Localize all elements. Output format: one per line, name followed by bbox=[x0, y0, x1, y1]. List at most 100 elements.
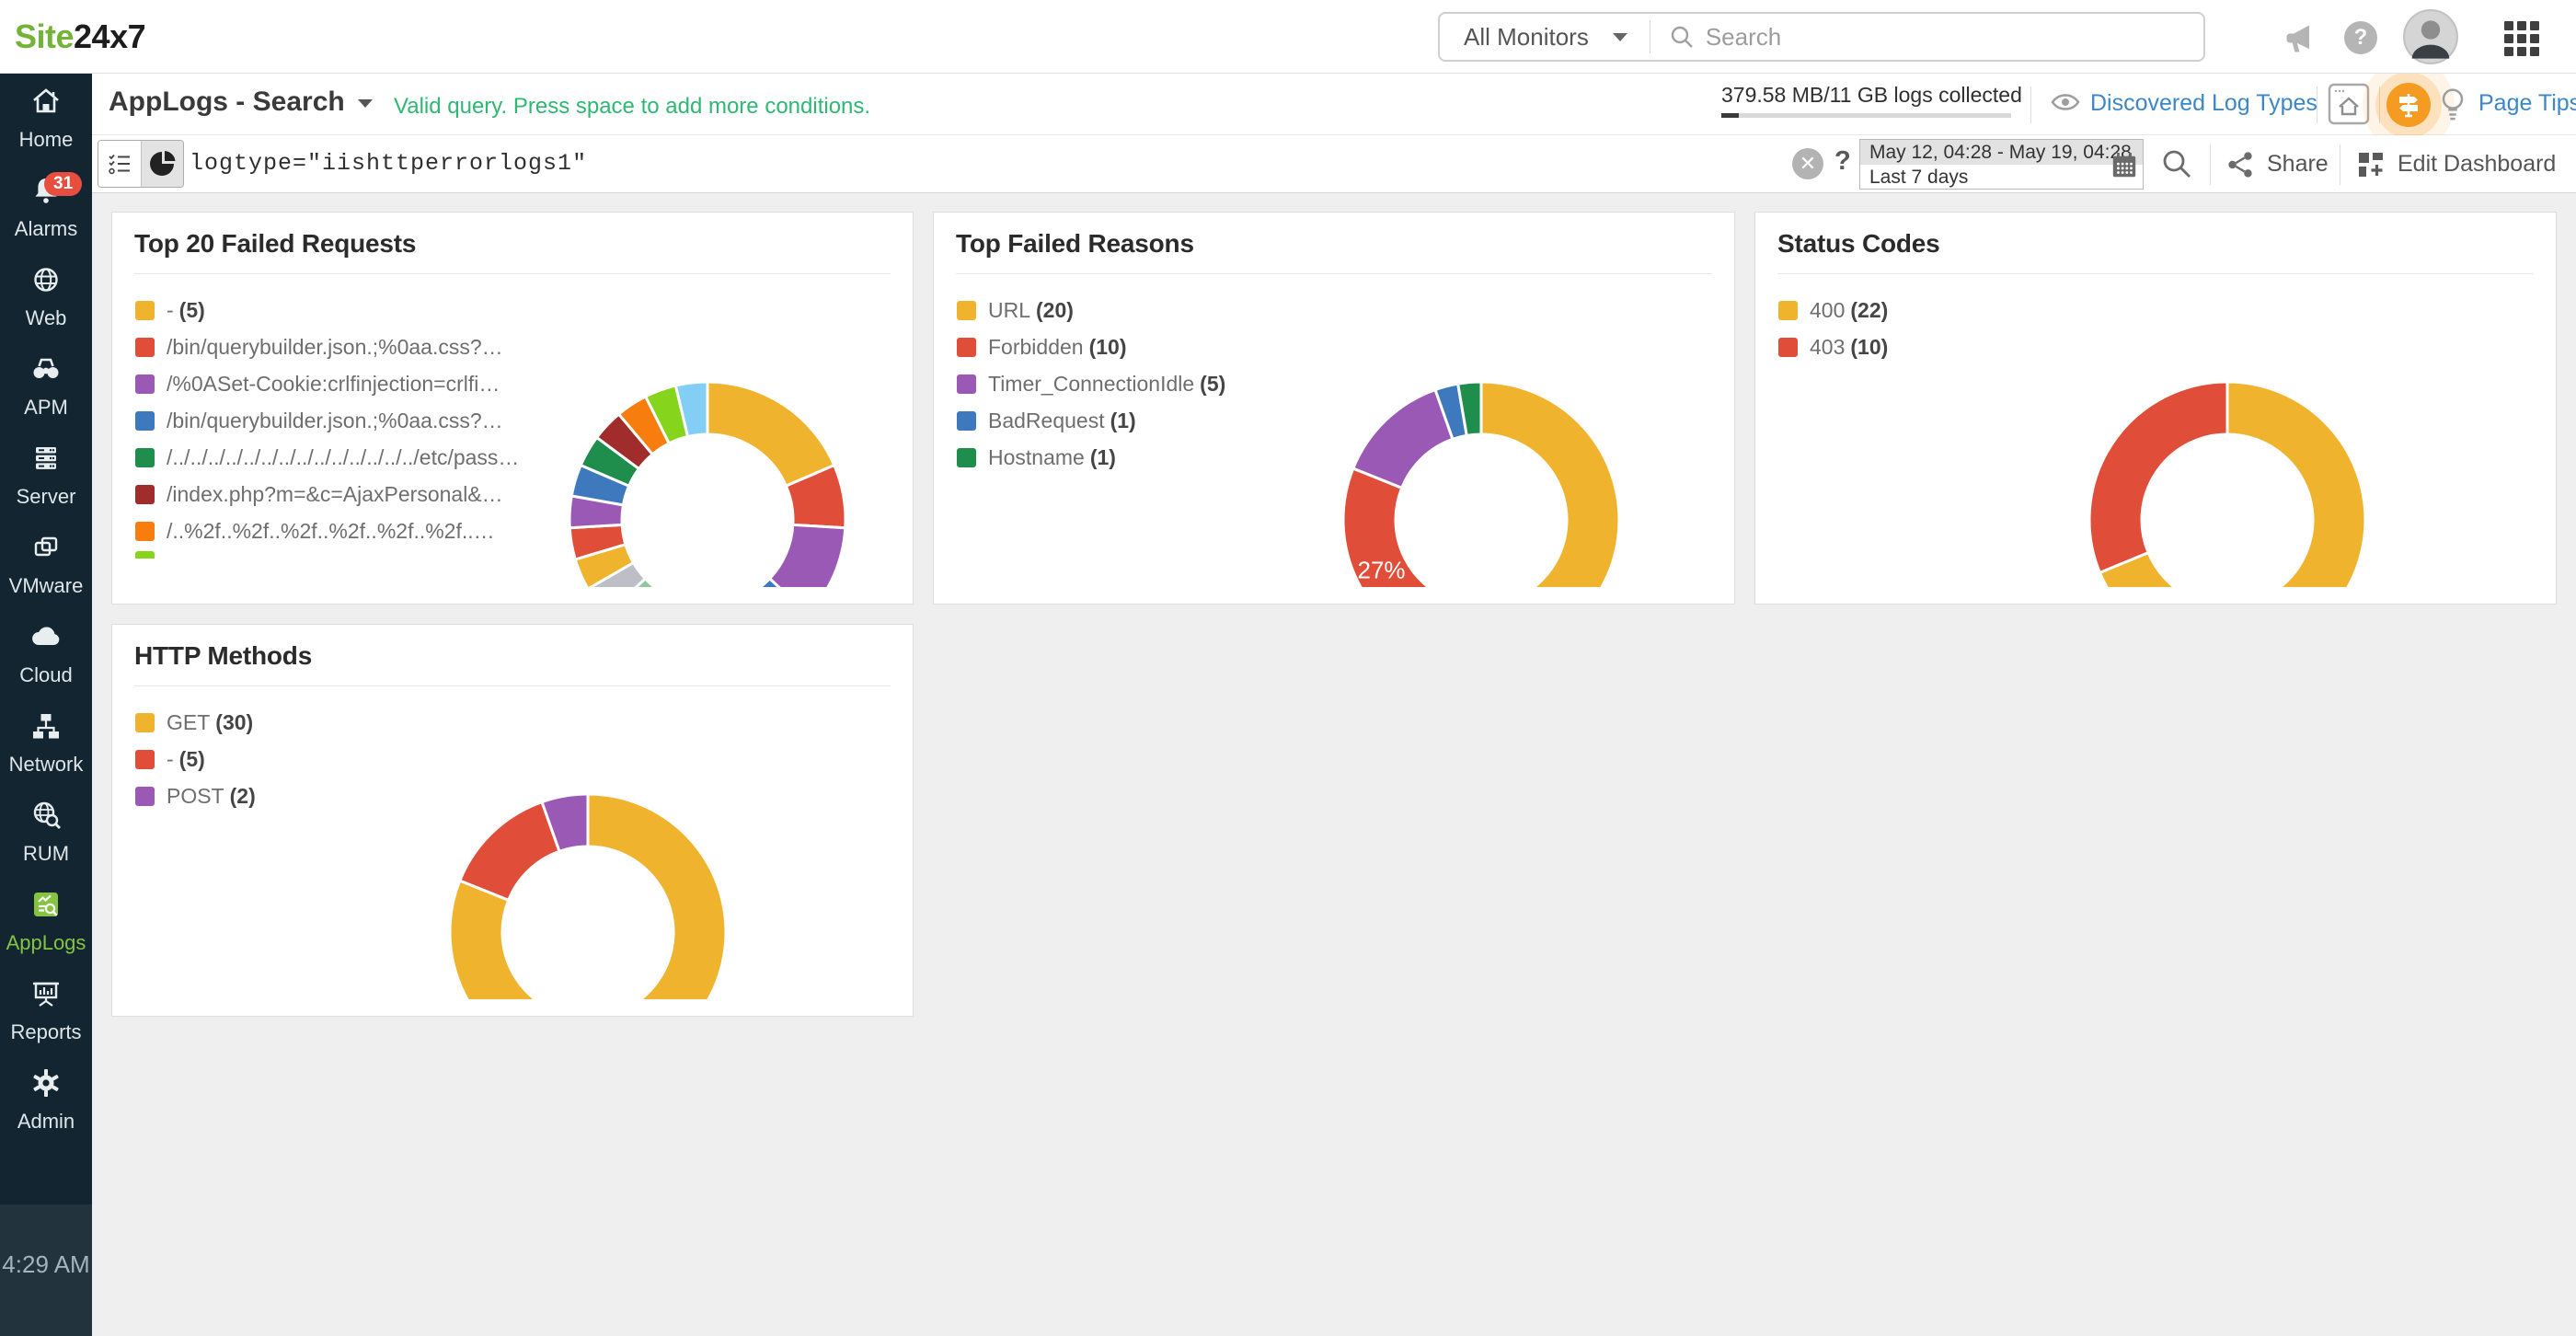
legend-label: URL bbox=[988, 297, 1031, 322]
legend-item[interactable]: /../../../../../../../../../../../../../… bbox=[135, 439, 519, 476]
donut-segment[interactable] bbox=[767, 523, 847, 587]
legend-count: (5) bbox=[178, 297, 205, 322]
sidebar-item-applogs[interactable]: AppLogs bbox=[0, 877, 92, 966]
legend-count: (2) bbox=[229, 783, 256, 808]
donut-chart[interactable]: 27% bbox=[1334, 293, 1628, 587]
sidebar-item-label: Home bbox=[18, 128, 74, 151]
legend-label: Timer_ConnectionIdle bbox=[988, 371, 1195, 396]
share-label: Share bbox=[2267, 151, 2329, 177]
legend-swatch bbox=[135, 447, 155, 467]
sidebar-item-network[interactable]: Network bbox=[0, 698, 92, 788]
default-dashboard-icon[interactable] bbox=[2328, 83, 2370, 125]
sidebar-item-label: Reports bbox=[10, 1020, 82, 1043]
share-icon bbox=[2228, 151, 2252, 178]
list-view-button[interactable] bbox=[98, 141, 141, 187]
bulb-icon[interactable] bbox=[2436, 86, 2469, 125]
date-preset-text: Last 7 days bbox=[1869, 167, 1969, 188]
sidebar-item-cloud[interactable]: Cloud bbox=[0, 609, 92, 698]
sidebar-item-reports[interactable]: Reports bbox=[0, 966, 92, 1055]
legend-count: (30) bbox=[215, 709, 254, 734]
donut-segment[interactable] bbox=[457, 800, 561, 903]
legend-item[interactable]: /..%2f..%2f..%2f..%2f..%2f..%2f..… bbox=[135, 513, 519, 549]
donut-segment[interactable] bbox=[2087, 380, 2229, 575]
page-title-dropdown[interactable]: AppLogs - Search bbox=[109, 86, 373, 118]
search-input[interactable] bbox=[1705, 22, 2147, 52]
site24x7-logo[interactable]: Site24x7 bbox=[15, 0, 146, 74]
legend-swatch bbox=[135, 521, 155, 541]
global-search bbox=[1650, 22, 2203, 52]
donut-chart[interactable] bbox=[441, 705, 735, 999]
legend-item[interactable]: GET (30) bbox=[135, 704, 256, 741]
donut-chart[interactable] bbox=[560, 293, 855, 587]
logs-usage-text: 379.58 MB/11 GB logs collected bbox=[1721, 83, 2022, 107]
user-avatar[interactable] bbox=[2403, 9, 2458, 64]
card-top-failed-reasons: Top Failed Reasons URL (20) Forbidden (10) Ti… bbox=[933, 212, 1735, 605]
donut-chart[interactable] bbox=[2080, 293, 2375, 587]
query-input[interactable]: logtype="iishttperrorlogs1" bbox=[190, 150, 587, 177]
legend-swatch bbox=[957, 447, 976, 467]
donut-segment[interactable] bbox=[1351, 387, 1455, 490]
cloud-icon bbox=[29, 620, 63, 658]
legend-label: /%0ASet-Cookie:crlfinjection=crlfi… bbox=[167, 371, 500, 396]
monitor-scope-dropdown[interactable]: All Monitors bbox=[1440, 14, 1650, 60]
run-search-icon[interactable] bbox=[2160, 147, 2193, 180]
sidebar-item-admin[interactable]: Admin bbox=[0, 1055, 92, 1145]
legend-label: 400 bbox=[1810, 297, 1846, 322]
legend-label: BadRequest bbox=[988, 408, 1105, 432]
legend-label: /../../../../../../../../../../../../../… bbox=[167, 444, 520, 469]
legend-item[interactable]: - (5) bbox=[135, 292, 519, 328]
announcements-icon[interactable] bbox=[2282, 20, 2318, 57]
legend-label: - bbox=[167, 297, 174, 322]
legend-item[interactable]: Forbidden (10) bbox=[957, 328, 1225, 365]
logo-site: Site bbox=[15, 17, 75, 55]
logo-24x7: 24x7 bbox=[74, 17, 146, 55]
legend-swatch bbox=[135, 749, 155, 769]
legend-item[interactable]: Hostname (1) bbox=[957, 439, 1225, 476]
legend-item[interactable]: URL (20) bbox=[957, 292, 1225, 328]
legend-item[interactable]: 403 (10) bbox=[1778, 328, 1888, 365]
legend-label: - bbox=[167, 746, 174, 771]
sidebar-item-server[interactable]: Server bbox=[0, 431, 92, 520]
share-button[interactable]: Share bbox=[2226, 135, 2329, 193]
legend-item[interactable]: /bin/querybuilder.json.;%0aa.css?… bbox=[135, 328, 519, 365]
sidebar-item-rum[interactable]: RUM bbox=[0, 788, 92, 877]
page-tips-link[interactable]: Page Tips bbox=[2478, 90, 2576, 117]
edit-dashboard-button[interactable]: Edit Dashboard bbox=[2357, 135, 2556, 193]
sidebar-item-vmware[interactable]: VMware bbox=[0, 520, 92, 609]
query-help-icon[interactable]: ? bbox=[1834, 146, 1851, 177]
clear-query-icon[interactable]: ✕ bbox=[1792, 148, 1823, 179]
legend-item[interactable]: /index.php?m=&c=AjaxPersonal&… bbox=[135, 476, 519, 513]
query-status-text: Valid query. Press space to add more con… bbox=[394, 94, 871, 119]
signpost-tour-button[interactable] bbox=[2386, 83, 2431, 127]
card-title: Top 20 Failed Requests bbox=[134, 229, 417, 258]
legend-item[interactable]: - (5) bbox=[135, 741, 256, 777]
legend-item[interactable]: Timer_ConnectionIdle (5) bbox=[957, 365, 1225, 402]
sidebar-item-label: Network bbox=[8, 753, 84, 776]
legend-item[interactable]: POST (2) bbox=[135, 777, 256, 814]
sidebar-item-web[interactable]: Web bbox=[0, 252, 92, 341]
legend-count: (10) bbox=[1088, 334, 1127, 359]
discovered-log-types-link[interactable]: Discovered Log Types bbox=[2090, 90, 2317, 117]
help-icon[interactable]: ? bbox=[2344, 21, 2377, 54]
sidebar-item-label: VMware bbox=[8, 574, 84, 597]
apps-grid-icon[interactable] bbox=[2504, 21, 2539, 56]
legend-item[interactable]: /%0ASet-Cookie:crlfinjection=crlfi… bbox=[135, 365, 519, 402]
legend-swatch bbox=[135, 374, 155, 394]
legend-swatch bbox=[957, 300, 976, 320]
legend-item[interactable]: 400 (22) bbox=[1778, 292, 1888, 328]
card-top-failed-requests: Top 20 Failed Requests - (5) /bin/querybuil… bbox=[111, 212, 914, 605]
divider bbox=[2379, 86, 2380, 123]
divider bbox=[2030, 86, 2031, 123]
legend-item[interactable]: /bin/querybuilder.json.;%0aa.css?… bbox=[135, 402, 519, 439]
date-range-picker[interactable]: May 12, 04:28 - May 19, 04:28 Last 7 day… bbox=[1859, 139, 2144, 190]
sidebar-item-alarms[interactable]: 31 Alarms bbox=[0, 163, 92, 252]
chart-legend: GET (30) - (5) POST (2) bbox=[135, 704, 256, 814]
legend-label: /bin/querybuilder.json.;%0aa.css?… bbox=[167, 408, 503, 432]
donut-segment[interactable] bbox=[706, 380, 836, 489]
legend-label: 403 bbox=[1810, 334, 1846, 359]
query-bar: logtype="iishttperrorlogs1" ✕ ? May 12, … bbox=[92, 135, 2576, 193]
legend-item[interactable]: BadRequest (1) bbox=[957, 402, 1225, 439]
sidebar-item-home[interactable]: Home bbox=[0, 74, 92, 163]
chart-view-button[interactable] bbox=[141, 141, 183, 187]
sidebar-item-apm[interactable]: APM bbox=[0, 341, 92, 431]
